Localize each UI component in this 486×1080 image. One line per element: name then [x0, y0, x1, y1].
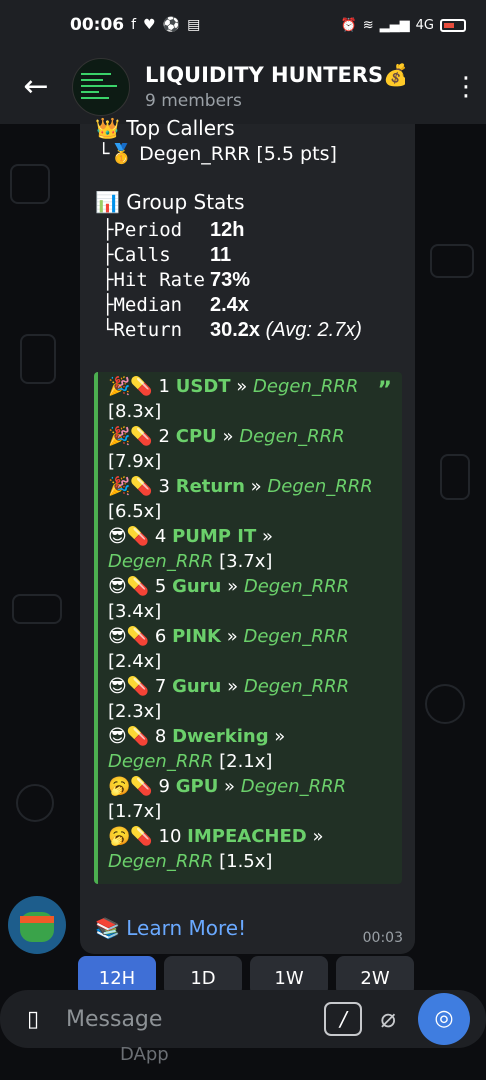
stat-row: ├Calls 11 [102, 244, 232, 266]
call-line-cont: Degen_RRR [3.7x] [108, 551, 273, 572]
bot-commands-icon[interactable]: / [324, 1002, 363, 1036]
call-line: 🥱💊 10 IMPEACHED » [108, 826, 324, 847]
battery-icon [440, 18, 466, 32]
sender-avatar[interactable] [8, 896, 66, 954]
calls-list: 🎉💊 1 USDT » Degen_RRR [8.3x] 🎉💊 2 CPU » De… [108, 374, 402, 874]
facebook-icon: f [131, 17, 137, 33]
call-line: 🎉💊 2 CPU » Degen_RRR [108, 426, 345, 447]
call-line-cont: Degen_RRR [1.5x] [108, 851, 273, 872]
call-line: 😎💊 6 PINK » Degen_RRR [108, 626, 349, 647]
camera-icon[interactable]: ◎ [418, 993, 470, 1045]
call-line-cont: [8.3x] [108, 401, 162, 422]
call-line: 😎💊 8 Dwerking » [108, 726, 286, 747]
call-line-cont: [7.9x] [108, 451, 162, 472]
back-arrow-icon[interactable]: ← [0, 50, 72, 124]
call-line: 🎉💊 3 Return » Degen_RRR [108, 476, 373, 497]
stat-row: ├Median 2.4x [102, 294, 249, 316]
learn-more-link[interactable]: 📚 Learn More! [95, 916, 246, 940]
call-line-cont: Degen_RRR [2.1x] [108, 751, 273, 772]
soccer-icon: ⚽ [162, 17, 181, 33]
call-line: 😎💊 4 PUMP IT » [108, 526, 273, 547]
dapp-button[interactable]: DApp [120, 1044, 169, 1065]
call-line: 😎💊 7 Guru » Degen_RRR [108, 676, 350, 697]
call-line: 🥱💊 9 GPU » Degen_RRR [108, 776, 347, 797]
group-stats-table: ├Period 12h ├Calls 11 ├Hit Rate 73% ├Median… [102, 218, 362, 343]
quote-icon: ” [377, 378, 392, 403]
stat-row: └Return 30.2x (Avg: 2.7x) [102, 319, 362, 341]
header-text[interactable]: LIQUIDITY HUNTERS💰. 9 members [145, 63, 446, 111]
call-line: 🎉💊 1 USDT » Degen_RRR [108, 376, 359, 397]
chat-header: ← LIQUIDITY HUNTERS💰. 9 members ⋮ [0, 50, 486, 124]
sticker-icon[interactable]: ▯ [0, 1007, 66, 1032]
message-input[interactable]: Message [66, 1007, 324, 1032]
news-icon: ▤ [187, 17, 201, 33]
call-line-cont: [2.4x] [108, 651, 162, 672]
call-line-cont: [1.7x] [108, 801, 162, 822]
bot-message-bubble[interactable]: 👑 Top Callers └🥇 Degen_RRR [5.5 pts] 📊 G… [80, 116, 415, 954]
call-line-cont: [6.5x] [108, 501, 162, 522]
status-right: ⏰ ≋ ▂▄▆ 4G [341, 18, 466, 33]
message-input-bar: ▯ Message / ⌀ ◎ [0, 990, 486, 1048]
top-caller-row: └🥇 Degen_RRR [5.5 pts] [98, 143, 337, 165]
status-bar: 00:06 f ♥ ⚽ ▤ ⏰ ≋ ▂▄▆ 4G [0, 0, 486, 50]
top-callers-heading: 👑 Top Callers [95, 116, 235, 140]
call-line-cont: [2.3x] [108, 701, 162, 722]
alarm-icon: ⏰ [340, 17, 357, 33]
attach-icon[interactable]: ⌀ [380, 1004, 396, 1034]
signal-icon: ▂▄▆ [379, 17, 410, 33]
call-line-cont: [3.4x] [108, 601, 162, 622]
group-title: LIQUIDITY HUNTERS💰. [145, 63, 405, 87]
wifi-icon: ≋ [362, 17, 374, 33]
calls-quote-block: ” 🎉💊 1 USDT » Degen_RRR [8.3x] 🎉💊 2 CPU » … [94, 372, 402, 884]
more-menu-icon[interactable]: ⋮ [446, 72, 486, 102]
stat-row: ├Hit Rate 73% [102, 269, 251, 291]
stat-row: ├Period 12h [102, 219, 245, 241]
group-stats-heading: 📊 Group Stats [95, 190, 245, 214]
status-time: 00:06 [70, 15, 125, 35]
call-line: 😎💊 5 Guru » Degen_RRR [108, 576, 350, 597]
app-root: 00:06 f ♥ ⚽ ▤ ⏰ ≋ ▂▄▆ 4G ← LIQUIDITY HUN… [0, 0, 486, 1080]
signal-label: 4G [415, 17, 434, 33]
message-time: 00:03 [362, 930, 403, 946]
member-count: 9 members [145, 91, 242, 111]
heart-icon: ♥ [143, 17, 156, 33]
group-avatar[interactable] [72, 58, 130, 116]
